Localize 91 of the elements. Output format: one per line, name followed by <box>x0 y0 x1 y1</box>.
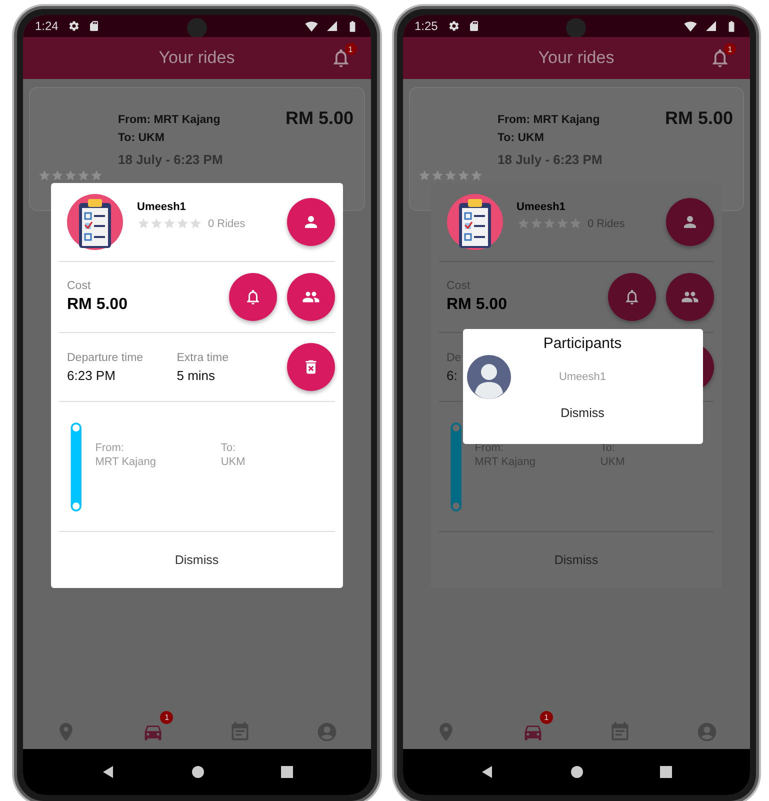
ride-from: From: MRT Kajang <box>498 114 601 126</box>
settings-icon <box>448 20 460 32</box>
star-icon <box>51 169 64 182</box>
ride-count: 0 Rides <box>208 218 246 230</box>
from-label: From: <box>95 442 125 454</box>
delete-button[interactable] <box>286 343 334 391</box>
home-icon[interactable] <box>570 765 584 779</box>
cost-label: Cost <box>67 280 92 292</box>
calendar-icon <box>608 721 631 743</box>
ride-price: RM 5.00 <box>285 107 354 130</box>
star-icon <box>137 217 150 230</box>
star-icon <box>176 217 189 230</box>
cost-value: RM 5.00 <box>446 296 508 314</box>
ride-from: From: MRT Kajang <box>118 114 222 126</box>
star-icon <box>542 217 556 230</box>
bell-icon <box>623 288 641 306</box>
departure-time: 6: <box>446 368 458 382</box>
star-icon <box>38 169 51 182</box>
app-title: Your rides <box>158 48 235 68</box>
recents-icon[interactable] <box>660 766 672 778</box>
ride-date: 18 July - 6:23 PM <box>118 152 224 167</box>
settings-icon <box>68 20 80 32</box>
star-icon <box>64 169 77 182</box>
nav-tab[interactable]: 1 <box>512 711 554 743</box>
home-icon[interactable] <box>190 765 205 779</box>
to-label: To: <box>220 442 237 454</box>
driver-name: Umeesh1 <box>137 201 187 213</box>
star-icon <box>163 217 176 230</box>
participant-name: Umeesh1 <box>558 371 608 383</box>
signal-icon <box>705 20 717 32</box>
from-place: MRT Kajang <box>95 456 157 468</box>
departure-time: 6:23 PM <box>67 368 116 382</box>
participants-button[interactable] <box>666 273 714 321</box>
person-icon <box>681 213 699 231</box>
star-icon <box>568 217 582 230</box>
star-icon <box>530 217 542 230</box>
to-place: UKM <box>220 456 246 468</box>
nav-tab[interactable]: 1 <box>132 711 174 743</box>
clipboard-avatar-drawing <box>446 194 502 250</box>
star-icon <box>430 169 444 182</box>
star-icon <box>77 169 90 182</box>
camera-icon <box>566 18 586 38</box>
cost-value: RM 5.00 <box>67 296 128 314</box>
back-icon[interactable] <box>100 765 115 779</box>
extra-time: 5 mins <box>176 368 216 382</box>
notification-badge: 1 <box>724 43 736 55</box>
profile-button[interactable] <box>286 198 334 246</box>
notifications-button[interactable]: 1 <box>702 40 738 76</box>
app-title: Your rides <box>538 48 614 68</box>
recents-icon[interactable] <box>280 766 293 778</box>
dialog-title: Participants <box>543 335 622 352</box>
notifications-button[interactable]: 1 <box>322 40 358 76</box>
star-icon <box>150 217 163 230</box>
driver-name: Umeesh1 <box>516 201 566 213</box>
dismiss-button[interactable]: Dismiss <box>552 402 612 424</box>
sd-card-icon <box>88 20 100 32</box>
sd-card-icon <box>468 20 480 32</box>
participants-button[interactable] <box>286 273 334 321</box>
status-time: 1:25 <box>414 19 438 33</box>
star-icon <box>90 169 103 182</box>
avatar-icon <box>466 355 510 399</box>
star-icon <box>456 169 470 182</box>
star-icon <box>470 169 482 182</box>
dismiss-button[interactable]: Dismiss <box>59 532 334 588</box>
profile-button[interactable] <box>666 198 714 246</box>
ride-to: To: UKM <box>498 132 545 144</box>
notify-button[interactable] <box>608 273 656 321</box>
account-icon <box>316 721 338 743</box>
clipboard-avatar-drawing <box>67 194 123 250</box>
star-icon <box>444 169 456 182</box>
ride-date: 18 July - 6:23 PM <box>498 152 604 167</box>
departure-label: Departure time <box>67 352 144 364</box>
account-icon <box>696 721 718 743</box>
notify-button[interactable] <box>228 273 276 321</box>
status-time: 1:24 <box>35 19 58 33</box>
extra-time-label: Extra time <box>176 352 230 364</box>
star-icon <box>418 169 430 182</box>
calendar-icon <box>229 721 252 743</box>
nav-badge: 1 <box>160 711 174 724</box>
signal-icon <box>326 20 338 32</box>
ride-price: RM 5.00 <box>664 107 733 130</box>
star-icon <box>516 217 530 230</box>
ride-to: To: UKM <box>118 132 166 144</box>
star-icon <box>189 217 202 230</box>
back-icon[interactable] <box>480 765 494 779</box>
camera-icon <box>186 18 207 38</box>
nav-badge: 1 <box>540 711 553 724</box>
wifi-icon <box>684 20 697 32</box>
notification-badge: 1 <box>344 43 356 55</box>
wifi-icon <box>304 20 318 32</box>
star-icon <box>556 217 568 230</box>
